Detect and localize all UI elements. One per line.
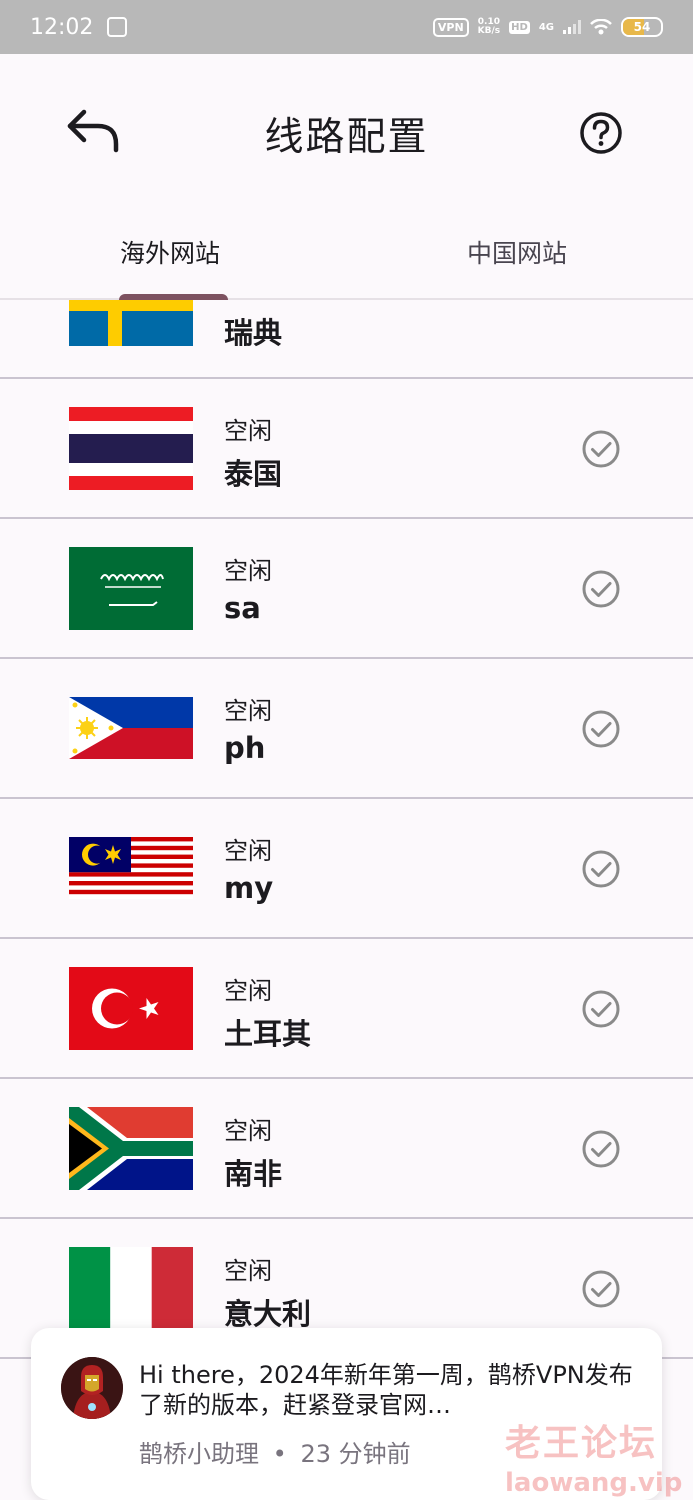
status-right: VPN 0.10 KB/s HD 4G 54: [432, 17, 663, 37]
server-row-south-africa[interactable]: 空闲 南非: [0, 1079, 693, 1219]
server-row-malaysia[interactable]: 空闲 my: [0, 799, 693, 939]
signal-icon: [563, 20, 581, 34]
italy-flag-icon: [69, 1247, 193, 1330]
server-row-philippines[interactable]: 空闲 ph: [0, 659, 693, 799]
philippines-flag-icon: [69, 697, 193, 759]
tab-bar: 海外网站 中国网站: [0, 214, 693, 300]
server-name: 瑞典: [224, 316, 283, 350]
app-bar: 线路配置: [0, 54, 693, 214]
battery-indicator: 54: [621, 17, 663, 37]
battery-level: 54: [633, 20, 651, 34]
help-button[interactable]: [578, 110, 624, 156]
check-circle-icon[interactable]: [581, 849, 621, 889]
notification-meta: 鹊桥小助理 • 23 分钟前: [139, 1434, 411, 1469]
wifi-icon: [590, 19, 612, 35]
notification-message: Hi there，2024年新年第一周，鹊桥VPN发布了新的版本，赶紧登录官网…: [139, 1361, 633, 1419]
app-notification-icon: [107, 17, 128, 37]
check-circle-icon[interactable]: [581, 569, 621, 609]
server-name: 土耳其: [224, 1017, 312, 1051]
server-name: 意大利: [224, 1297, 312, 1331]
status-bar: 12:02 VPN 0.10 KB/s HD 4G 54: [0, 0, 693, 54]
check-circle-icon[interactable]: [581, 429, 621, 469]
server-name: ph: [224, 731, 266, 765]
check-circle-icon[interactable]: [581, 1129, 621, 1169]
server-name: 泰国: [224, 457, 283, 491]
server-status: 空闲: [224, 697, 272, 725]
server-status: 空闲: [224, 417, 272, 445]
server-name: 南非: [224, 1157, 283, 1191]
watermark: 老王论坛 laowang.vip: [505, 1414, 682, 1498]
server-status: 空闲: [224, 1257, 272, 1285]
server-name: my: [224, 871, 274, 905]
malaysia-flag-icon: [69, 837, 193, 899]
check-circle-icon[interactable]: [581, 1269, 621, 1309]
saudi-flag-icon: [69, 547, 193, 630]
tab-china[interactable]: 中国网站: [467, 234, 567, 270]
server-status: 空闲: [224, 1117, 272, 1145]
check-circle-icon[interactable]: [581, 709, 621, 749]
speed-unit: KB/s: [477, 26, 501, 36]
network-speed: 0.10 KB/s: [478, 18, 500, 36]
thailand-flag-icon: [69, 407, 193, 490]
vpn-badge: VPN: [432, 17, 469, 37]
server-row-saudi[interactable]: 空闲 sa: [0, 519, 693, 659]
server-status: 空闲: [224, 837, 272, 865]
hd-badge: HD: [509, 20, 530, 34]
help-circle-icon: [580, 112, 622, 154]
watermark-name: 老王论坛: [505, 1423, 658, 1464]
notification-sender: 鹊桥小助理: [139, 1440, 259, 1468]
watermark-url: laowang.vip: [505, 1468, 683, 1498]
status-time: 12:02: [30, 14, 94, 40]
server-row-turkey[interactable]: 空闲 土耳其: [0, 939, 693, 1079]
tab-overseas[interactable]: 海外网站: [120, 234, 220, 270]
sender-avatar: [61, 1357, 123, 1419]
sweden-flag-icon: [69, 300, 193, 346]
notification-time: 23 分钟前: [300, 1440, 411, 1468]
server-row-sweden[interactable]: 瑞典: [0, 300, 693, 379]
meta-separator: •: [272, 1440, 287, 1468]
server-status: 空闲: [224, 557, 272, 585]
network-type: 4G: [538, 21, 554, 33]
turkey-flag-icon: [69, 967, 193, 1050]
server-status: 空闲: [224, 977, 272, 1005]
server-name: sa: [224, 591, 261, 625]
south-africa-flag-icon: [69, 1107, 193, 1190]
server-row-thailand[interactable]: 空闲 泰国: [0, 379, 693, 519]
check-circle-icon[interactable]: [581, 989, 621, 1029]
